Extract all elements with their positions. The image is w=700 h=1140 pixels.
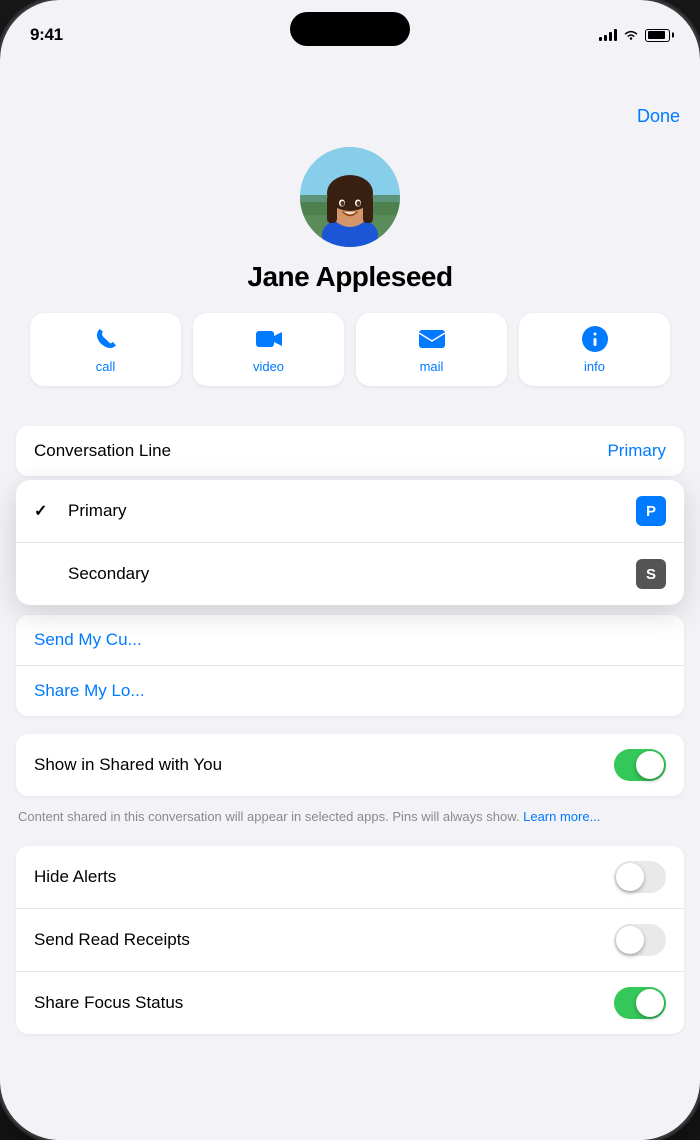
phone-icon: [92, 325, 120, 353]
mail-icon: [418, 325, 446, 353]
conversation-line-value: Primary: [607, 441, 666, 461]
video-button[interactable]: video: [193, 313, 344, 386]
phone-frame: 9:41: [0, 0, 700, 1140]
dynamic-island: [290, 12, 410, 46]
video-icon: [255, 325, 283, 353]
status-time: 9:41: [30, 25, 63, 45]
send-read-receipts-label: Send Read Receipts: [34, 930, 190, 950]
call-button[interactable]: call: [30, 313, 181, 386]
hide-alerts-label: Hide Alerts: [34, 867, 116, 887]
mail-button[interactable]: mail: [356, 313, 507, 386]
share-location-row[interactable]: Share My Lo...: [16, 666, 684, 716]
mail-label: mail: [420, 359, 444, 374]
contact-section: Jane Appleseed call: [0, 137, 700, 426]
dropdown-item-primary-left: ✓ Primary: [34, 501, 127, 521]
primary-badge: P: [636, 496, 666, 526]
shared-with-you-row: Show in Shared with You: [16, 734, 684, 796]
wifi-icon: [623, 29, 639, 41]
conversation-line-label: Conversation Line: [34, 441, 171, 461]
share-focus-status-row: Share Focus Status: [16, 972, 684, 1034]
signal-icon: [599, 29, 617, 41]
shared-with-you-section: Show in Shared with You: [16, 734, 684, 796]
dropdown-item-secondary[interactable]: ✓ Secondary S: [16, 543, 684, 605]
call-label: call: [96, 359, 116, 374]
dropdown-item-secondary-left: ✓ Secondary: [34, 564, 149, 584]
action-buttons: call video: [20, 313, 680, 386]
learn-more-link[interactable]: Learn more...: [523, 809, 600, 824]
sheet-header: Done: [0, 90, 700, 137]
hide-alerts-toggle[interactable]: [614, 861, 666, 893]
conversation-line-dropdown: ✓ Primary P ✓ Secondary: [16, 480, 684, 605]
shared-description: Content shared in this conversation will…: [0, 802, 700, 838]
info-icon: [581, 325, 609, 353]
secondary-badge: S: [636, 559, 666, 589]
battery-icon: [645, 29, 670, 42]
send-contact-label: Send My Cu...: [34, 630, 142, 649]
primary-option-label: Primary: [68, 501, 127, 521]
phone-screen: 9:41: [0, 0, 700, 1140]
conversation-line-section: Conversation Line Primary ✓ Primary P: [16, 426, 684, 605]
contact-name: Jane Appleseed: [247, 261, 452, 293]
checkmark-icon: ✓: [34, 501, 54, 521]
hide-alerts-row: Hide Alerts: [16, 846, 684, 909]
sheet: Done: [0, 90, 700, 1140]
avatar: [300, 147, 400, 247]
conversation-line-row[interactable]: Conversation Line Primary: [16, 426, 684, 476]
share-focus-label: Share Focus Status: [34, 993, 183, 1013]
video-label: video: [253, 359, 284, 374]
contact-action-rows: Send My Cu... Share My Lo...: [16, 615, 684, 716]
share-focus-toggle[interactable]: [614, 987, 666, 1019]
info-button[interactable]: info: [519, 313, 670, 386]
info-label: info: [584, 359, 605, 374]
share-location-label: Share My Lo...: [34, 681, 145, 700]
send-contact-row[interactable]: Send My Cu...: [16, 615, 684, 666]
send-read-receipts-row: Send Read Receipts: [16, 909, 684, 972]
shared-with-you-label: Show in Shared with You: [34, 755, 222, 775]
done-button[interactable]: Done: [637, 106, 680, 127]
status-icons: [599, 29, 670, 42]
secondary-option-label: Secondary: [68, 564, 149, 584]
bottom-toggles-section: Hide Alerts Send Read Receipts Share Foc…: [16, 846, 684, 1034]
dropdown-item-primary[interactable]: ✓ Primary P: [16, 480, 684, 543]
send-read-receipts-toggle[interactable]: [614, 924, 666, 956]
shared-with-you-toggle[interactable]: [614, 749, 666, 781]
